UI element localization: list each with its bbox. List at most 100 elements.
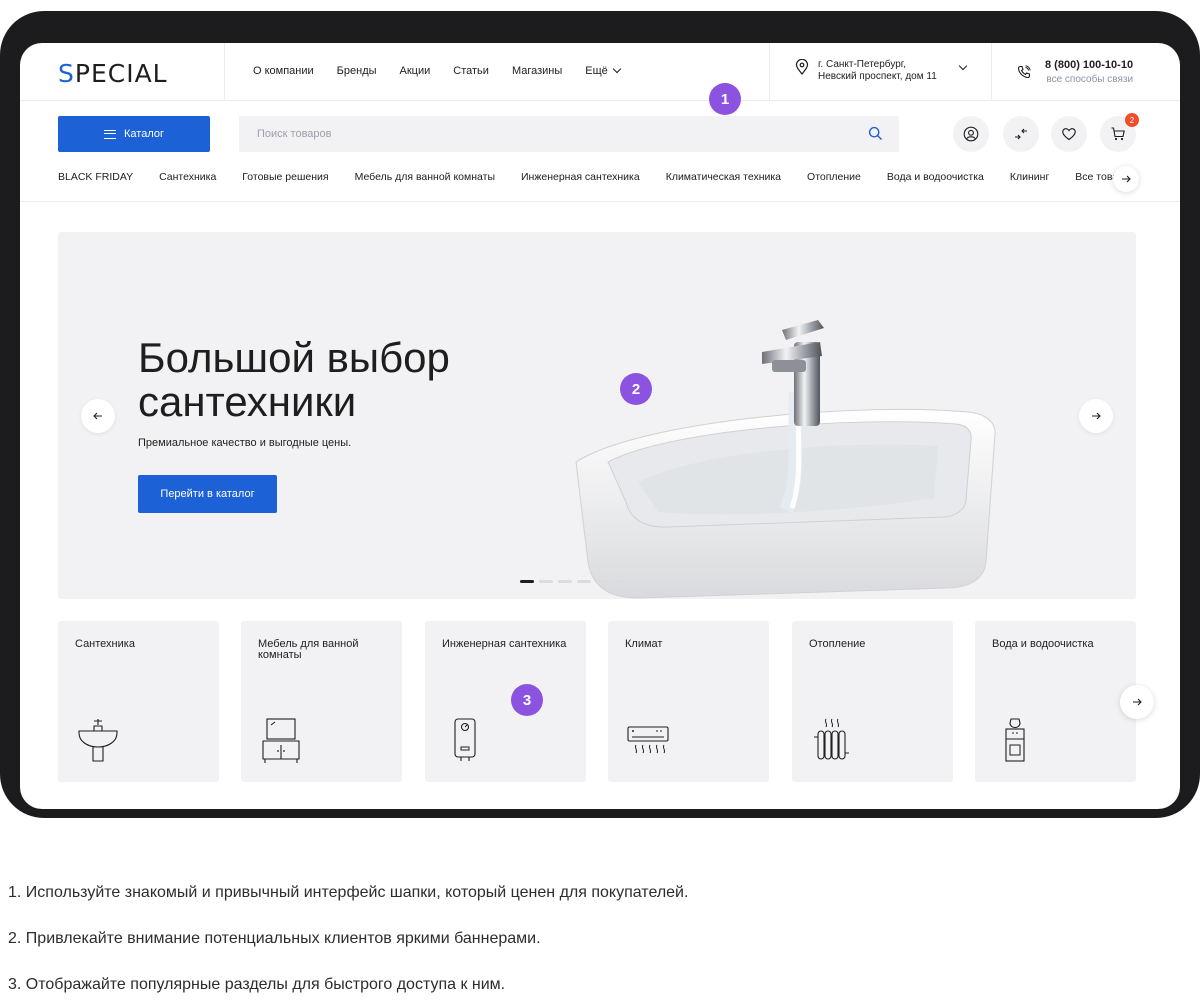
category-nav-item[interactable]: Сантехника bbox=[159, 171, 216, 183]
main-nav: О компании Бренды Акции Статьи Магазины … bbox=[253, 64, 622, 77]
address-line2: Невский проспект, дом 11 bbox=[818, 71, 937, 82]
compare-button[interactable] bbox=[1003, 116, 1039, 152]
location-pin-icon bbox=[795, 59, 809, 75]
catalog-button[interactable]: Каталог bbox=[58, 116, 210, 152]
hero-subtitle: Премиальное качество и выгодные цены. bbox=[138, 437, 352, 449]
cart-button[interactable]: 2 bbox=[1100, 113, 1139, 152]
category-card-label: Сантехника bbox=[75, 638, 135, 650]
chevron-down-icon bbox=[958, 61, 968, 71]
category-card-label: Климат bbox=[625, 638, 663, 650]
logo-rest: PECIAL bbox=[74, 59, 168, 88]
header-divider bbox=[769, 43, 770, 101]
search-bar bbox=[239, 116, 899, 152]
slider-dot[interactable] bbox=[596, 580, 610, 583]
phone-icon bbox=[1017, 65, 1031, 79]
search-input[interactable] bbox=[239, 116, 839, 152]
arrow-left-icon bbox=[93, 412, 102, 420]
phone-block[interactable]: 8 (800) 100-10-10 все способы связи bbox=[1017, 59, 1133, 85]
header-divider bbox=[224, 43, 225, 101]
slider-dot[interactable] bbox=[577, 580, 591, 583]
category-card-label: Отопление bbox=[809, 638, 866, 650]
water-cooler-icon bbox=[1005, 718, 1025, 762]
header-divider bbox=[991, 43, 992, 101]
category-nav-item[interactable]: Вода и водоочистка bbox=[887, 171, 984, 183]
sink-photo bbox=[575, 320, 996, 599]
catalog-button-label: Каталог bbox=[124, 128, 164, 140]
logo-first-letter: S bbox=[58, 59, 75, 88]
cart-count-badge: 2 bbox=[1125, 113, 1139, 127]
slider-pagination bbox=[520, 580, 629, 583]
feature-note: 1. Используйте знакомый и привычный инте… bbox=[8, 884, 689, 901]
phone-number: 8 (800) 100-10-10 bbox=[1045, 59, 1134, 71]
go-to-catalog-button[interactable]: Перейти в каталог bbox=[138, 475, 277, 513]
category-card-climate[interactable]: Климат bbox=[608, 621, 769, 782]
annotation-badge-2: 2 bbox=[620, 373, 652, 405]
hero-banner: Большой выбор сантехники Премиальное кач… bbox=[58, 232, 1136, 599]
nav-item-stores[interactable]: Магазины bbox=[512, 65, 562, 77]
category-nav: BLACK FRIDAY Сантехника Готовые решения … bbox=[58, 171, 1141, 183]
search-icon[interactable] bbox=[868, 126, 883, 141]
nav-more-label: Ещё bbox=[585, 65, 608, 77]
category-cards-next-button[interactable] bbox=[1120, 685, 1154, 719]
slider-dot[interactable] bbox=[558, 580, 572, 583]
logo[interactable]: SPECIAL bbox=[58, 59, 168, 88]
sink-icon bbox=[78, 719, 118, 762]
menu-icon bbox=[104, 129, 116, 139]
city-selector[interactable]: г. Санкт-Петербург, Невский проспект, до… bbox=[795, 59, 968, 83]
nav-item-articles[interactable]: Статьи bbox=[453, 65, 489, 77]
top-header: SPECIAL О компании Бренды Акции Статьи М… bbox=[20, 43, 1180, 101]
arrow-right-icon bbox=[1133, 698, 1142, 706]
hero-title: Большой выбор сантехники bbox=[138, 336, 450, 424]
heart-icon bbox=[1062, 128, 1076, 141]
feature-note: 3. Отображайте популярные разделы для бы… bbox=[8, 976, 506, 993]
address-line1: г. Санкт-Петербург, bbox=[818, 59, 906, 70]
slider-dot[interactable] bbox=[520, 580, 534, 583]
chevron-down-icon bbox=[612, 64, 622, 74]
hero-title-line2: сантехники bbox=[138, 378, 357, 425]
category-nav-item[interactable]: Готовые решения bbox=[242, 171, 328, 183]
category-nav-item[interactable]: BLACK FRIDAY bbox=[58, 171, 133, 183]
contact-methods-link[interactable]: все способы связи bbox=[1045, 74, 1133, 85]
cart-icon bbox=[1111, 127, 1125, 141]
category-card-plumbing[interactable]: Сантехника bbox=[58, 621, 219, 782]
nav-item-about[interactable]: О компании bbox=[253, 65, 314, 77]
category-card-bathroom-furniture[interactable]: Мебель для ванной комнаты bbox=[241, 621, 402, 782]
browser-screen: SPECIAL О компании Бренды Акции Статьи М… bbox=[20, 43, 1180, 809]
slider-dot[interactable] bbox=[615, 580, 629, 583]
header-bottom-divider bbox=[20, 201, 1180, 202]
category-nav-item[interactable]: Отопление bbox=[807, 171, 861, 183]
category-nav-item[interactable]: Инженерная сантехника bbox=[521, 171, 640, 183]
arrow-right-icon bbox=[1092, 412, 1101, 420]
account-button[interactable] bbox=[953, 116, 989, 152]
slider-dot[interactable] bbox=[539, 580, 553, 583]
favorites-button[interactable] bbox=[1051, 116, 1087, 152]
category-nav-item[interactable]: Мебель для ванной комнаты bbox=[355, 171, 495, 183]
arrow-right-icon bbox=[1122, 175, 1131, 183]
nav-item-more[interactable]: Ещё bbox=[585, 64, 622, 77]
hero-next-button[interactable] bbox=[1079, 399, 1113, 433]
air-conditioner-icon bbox=[627, 726, 669, 754]
radiator-icon bbox=[814, 718, 849, 760]
water-heater-icon bbox=[454, 718, 476, 761]
category-card-water[interactable]: Вода и водоочистка bbox=[975, 621, 1136, 782]
category-nav-next-button[interactable] bbox=[1113, 166, 1139, 192]
nav-item-brands[interactable]: Бренды bbox=[337, 65, 377, 77]
category-card-label: Инженерная сантехника bbox=[442, 638, 567, 650]
compare-arrows-icon bbox=[1015, 128, 1027, 140]
annotation-badge-1: 1 bbox=[709, 83, 741, 115]
feature-note: 2. Привлекайте внимание потенциальных кл… bbox=[8, 930, 541, 947]
vanity-icon bbox=[262, 718, 300, 763]
category-nav-item[interactable]: Клининг bbox=[1010, 171, 1049, 183]
hero-prev-button[interactable] bbox=[81, 399, 115, 433]
annotation-badge-3: 3 bbox=[511, 684, 543, 716]
feature-notes: 1. Используйте знакомый и привычный инте… bbox=[8, 883, 688, 1000]
device-frame: SPECIAL О компании Бренды Акции Статьи М… bbox=[0, 11, 1200, 818]
hero-title-line1: Большой выбор bbox=[138, 334, 450, 381]
category-card-label: Мебель для ванной комнаты bbox=[258, 638, 359, 661]
category-nav-item[interactable]: Климатическая техника bbox=[666, 171, 781, 183]
category-card-engineering-plumbing[interactable]: Инженерная сантехника bbox=[425, 621, 586, 782]
category-card-label: Вода и водоочистка bbox=[992, 638, 1094, 650]
category-card-heating[interactable]: Отопление bbox=[792, 621, 953, 782]
user-icon bbox=[963, 126, 979, 142]
nav-item-promotions[interactable]: Акции bbox=[400, 65, 431, 77]
